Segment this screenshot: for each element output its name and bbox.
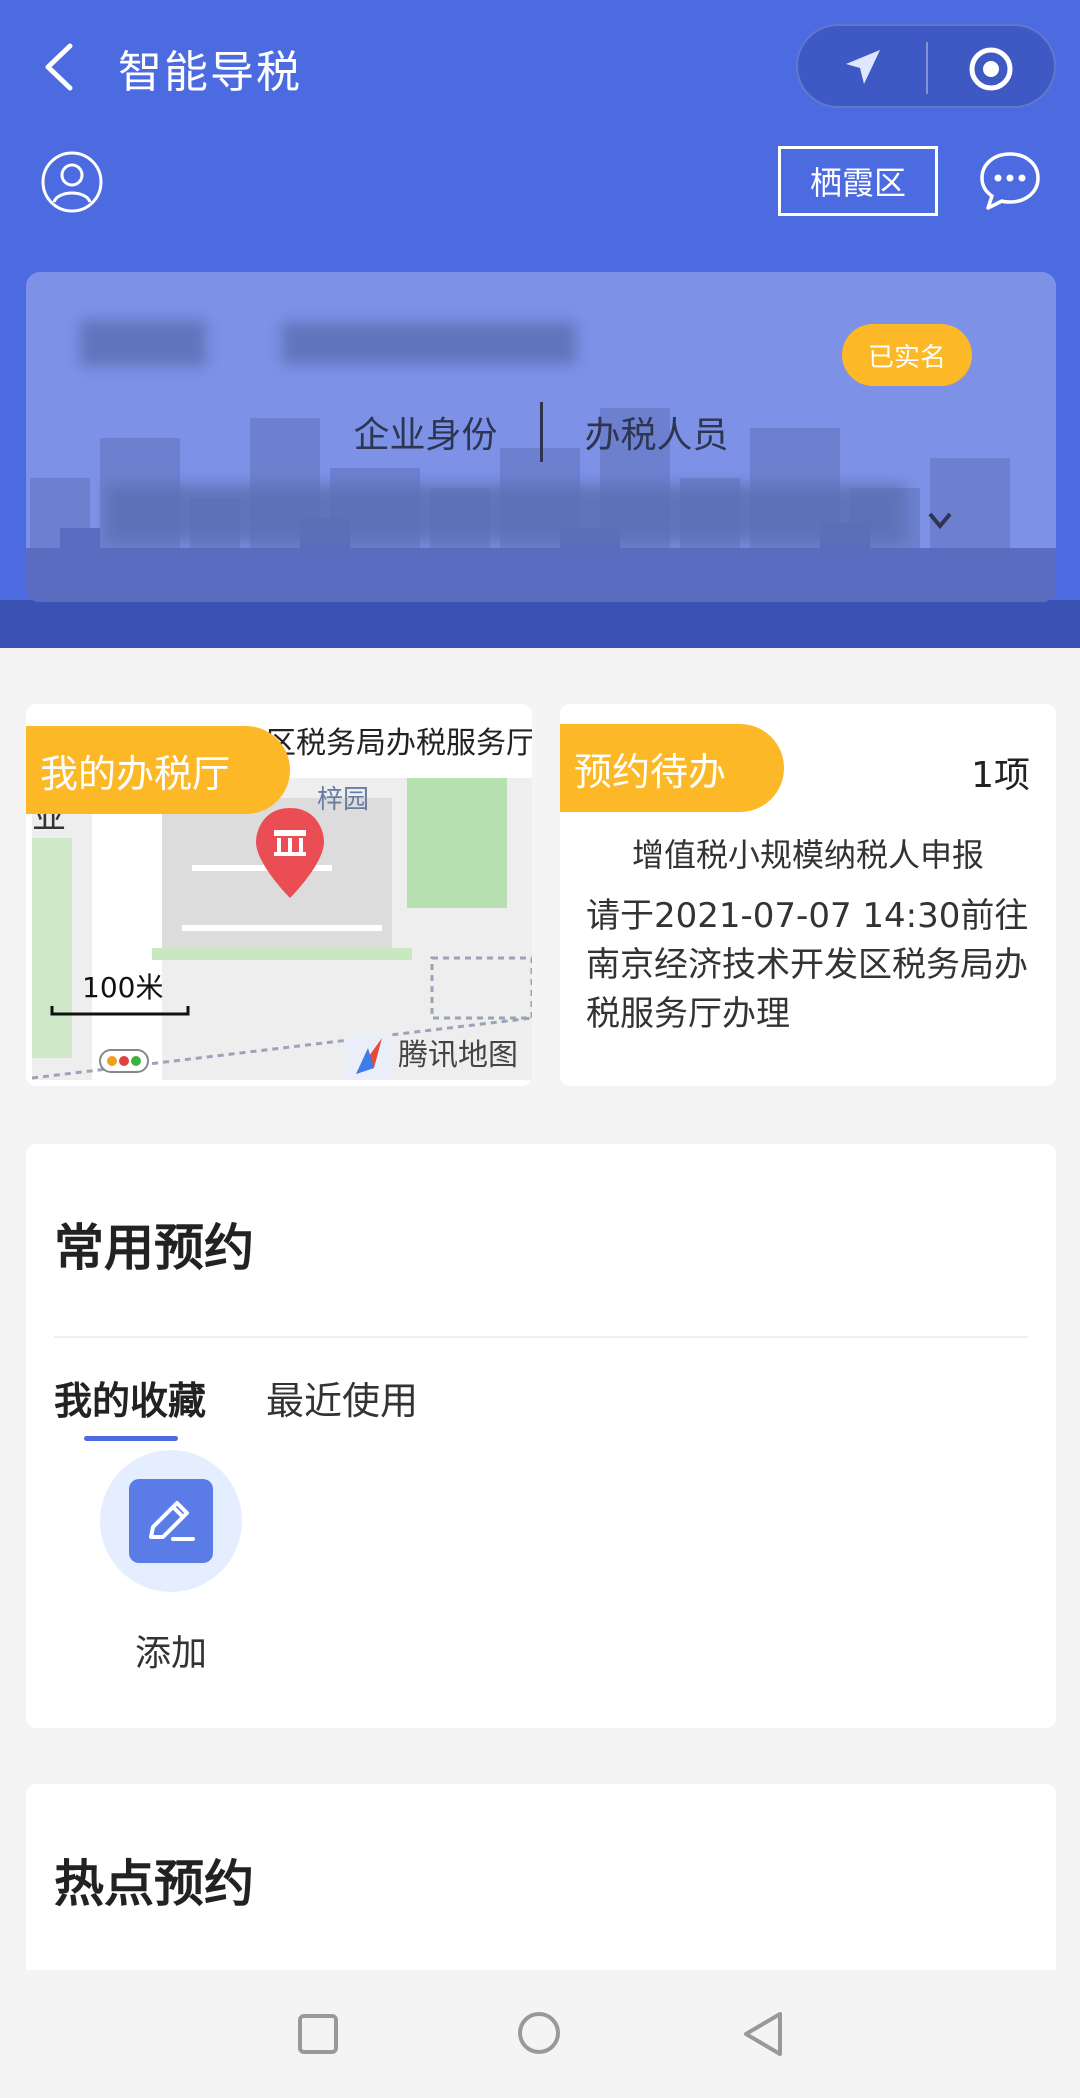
home-icon[interactable]: [518, 2012, 560, 2054]
traffic-light-icon: [99, 1049, 149, 1073]
district-button[interactable]: 栖霞区: [778, 146, 938, 216]
role-separator: [539, 402, 543, 462]
role-enterprise: 企业身份: [353, 415, 498, 456]
add-favorite-button[interactable]: [100, 1450, 242, 1592]
close-target-icon[interactable]: [968, 46, 1014, 92]
map-scale: 100米: [82, 971, 164, 1004]
role-taxpayer: 办税人员: [584, 415, 729, 456]
map-brand: 腾讯地图: [398, 1038, 518, 1073]
back-icon[interactable]: [40, 42, 80, 92]
location-arrow-icon[interactable]: [840, 46, 884, 90]
section-title-hot: 热点预约: [54, 1855, 254, 1913]
miniprogram-capsule: [796, 24, 1056, 108]
back-triangle-icon[interactable]: [740, 2010, 786, 2058]
add-label: 添加: [134, 1633, 207, 1674]
header: 智能导税 栖霞区 已实名 企业身份 办税人员: [0, 0, 1080, 648]
common-booking-card: 常用预约 我的收藏 最近使用 添加: [26, 1144, 1056, 1728]
todo-title: 增值税小规模纳税人申报: [631, 836, 984, 874]
masked-company-name: [106, 484, 906, 544]
tab-recent[interactable]: 最近使用: [266, 1370, 418, 1425]
todo-tag: 预约待办: [560, 724, 784, 812]
tab-active-indicator: [84, 1436, 178, 1441]
identity-roles: 企业身份 办税人员: [26, 400, 1056, 464]
tab-favorites[interactable]: 我的收藏: [54, 1370, 206, 1425]
edit-icon: [129, 1479, 213, 1563]
page-title: 智能导税: [118, 47, 302, 98]
todo-description: 请于2021-07-07 14:30前往南京经济技术开发区税务局办税服务厅办理: [586, 896, 1029, 1034]
message-icon[interactable]: [978, 148, 1042, 212]
todo-count: 1项: [971, 755, 1030, 796]
user-icon[interactable]: [40, 150, 104, 214]
tencent-map-logo-icon: [346, 1034, 392, 1080]
identity-card[interactable]: 已实名 企业身份 办税人员: [26, 272, 1056, 602]
header-skyline-base: [0, 600, 1080, 648]
svg-text:梓园: 梓园: [317, 784, 369, 814]
my-tax-hall-card[interactable]: 业 梓园 100米 腾讯地图 区税务局办税服务厅 我的办税厅: [26, 704, 532, 1086]
section-divider: [54, 1336, 1028, 1338]
my-hall-tag: 我的办税厅: [26, 726, 290, 814]
system-navigation-bar: [0, 1970, 1080, 2098]
verified-badge: 已实名: [842, 324, 972, 386]
recent-apps-icon[interactable]: [298, 2014, 338, 2054]
capsule-divider: [926, 42, 928, 94]
hall-name: 区税务局办税服务厅: [266, 718, 532, 762]
section-title-common: 常用预约: [54, 1219, 254, 1277]
masked-tax-id: [282, 322, 576, 364]
masked-name: [80, 320, 206, 366]
booking-todo-card[interactable]: 预约待办 1项 增值税小规模纳税人申报 请于2021-07-07 14:30前往…: [560, 704, 1056, 1086]
chevron-down-icon[interactable]: [920, 500, 960, 540]
